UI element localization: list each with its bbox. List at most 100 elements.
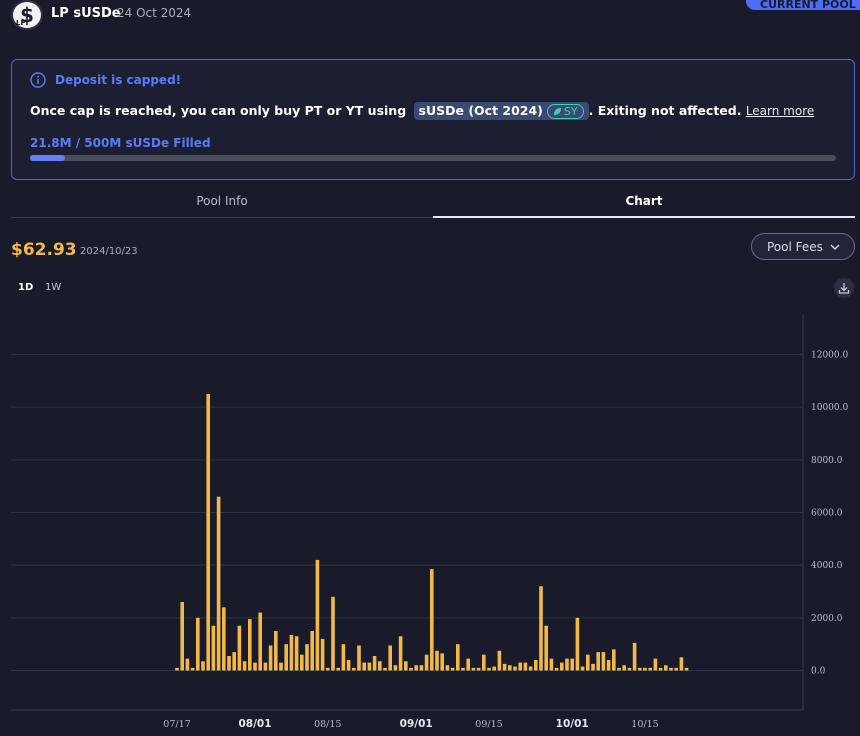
chart-bar: [196, 617, 200, 671]
chart-bar: [185, 658, 190, 671]
chart-bar: [528, 666, 533, 671]
chart-bar: [539, 586, 543, 671]
chart-bar: [679, 657, 684, 671]
chart-bar: [242, 661, 247, 671]
chart-bar: [575, 617, 580, 671]
chart-bar: [674, 667, 678, 671]
chart-bar: [669, 667, 673, 671]
chart-bar: [404, 661, 408, 671]
chart-bar: [445, 665, 450, 671]
token-label: sUSDe (Oct 2024): [418, 103, 543, 118]
chart-bar: [643, 667, 647, 671]
chart-bar: [440, 653, 444, 671]
chart-bar: [206, 394, 210, 671]
chart-bar: [388, 645, 392, 671]
x-tick-label: 10/01: [556, 718, 589, 730]
cap-title: Deposit is capped!: [55, 73, 182, 87]
y-tick-label: 6000.0: [811, 509, 843, 519]
download-icon: [838, 283, 850, 294]
chart-bar: [627, 667, 632, 671]
y-tick-label: 4000.0: [811, 561, 843, 571]
chart-bar: [461, 667, 465, 671]
chart-bar: [279, 662, 283, 671]
active-tab-indicator: [433, 216, 855, 218]
chart-bar: [352, 667, 356, 671]
chart-bar: [180, 602, 184, 671]
token-pill[interactable]: sUSDe (Oct 2024) SY: [413, 102, 589, 120]
chart-bar: [518, 662, 522, 671]
chart-bar: [398, 636, 403, 671]
chart-bar: [648, 667, 652, 671]
chart-bar: [471, 667, 476, 671]
chart-bar: [502, 663, 507, 671]
chart-bar: [346, 659, 351, 671]
chart-bar: [534, 659, 538, 671]
y-tick-label: 12000.0: [811, 351, 848, 361]
chart-bar: [424, 654, 429, 671]
chart-bar: [211, 625, 216, 671]
chart-bar: [414, 665, 418, 671]
chart-bar: [586, 654, 590, 671]
current-pool-badge[interactable]: CURRENT POOL: [746, 0, 860, 10]
download-button[interactable]: [834, 278, 854, 298]
chart-bar: [336, 667, 340, 671]
pool-date: 24 Oct 2024: [117, 6, 192, 20]
cap-message-prefix: Once cap is reached, you can only buy PT…: [30, 103, 407, 118]
chart-bar: [549, 658, 554, 671]
chart-bar: [175, 667, 179, 671]
cap-fill-text: 21.8M / 500M sUSDe Filled: [30, 136, 211, 150]
chart-bar: [430, 569, 434, 671]
chart-bar: [222, 607, 226, 671]
chart-bar: [393, 665, 398, 671]
chart-bar: [612, 649, 616, 671]
chart-bar: [274, 631, 278, 671]
chart-bar: [372, 656, 377, 671]
chart-bar: [294, 636, 299, 671]
y-tick-label: 10000.0: [811, 403, 848, 413]
chart-bar: [664, 665, 668, 671]
chart-bar: [513, 666, 517, 671]
chart-bar: [268, 645, 273, 671]
cap-progress-fill: [30, 155, 66, 161]
chart-bar: [601, 652, 606, 671]
pool-name: LP sUSDe: [51, 6, 121, 21]
pool-fees-chart[interactable]: 0.0 2000.0 4000.0 6000.0 8000.0 10000.0 12000.…: [0, 300, 860, 736]
chart-bar: [565, 658, 569, 671]
chart-bar: [201, 661, 205, 671]
metric-select[interactable]: Pool Fees: [751, 233, 855, 260]
chart-bar: [216, 496, 221, 671]
tab-pool-info[interactable]: Pool Info: [11, 194, 433, 208]
chart-bar: [466, 658, 470, 671]
tab-chart[interactable]: Chart: [433, 194, 855, 208]
learn-more-link[interactable]: Learn more: [746, 104, 814, 118]
chart-bar: [617, 667, 621, 671]
chart-bar: [580, 666, 585, 671]
x-tick-label: 08/15: [314, 719, 341, 730]
chart-bar: [570, 658, 574, 671]
y-tick-label: 8000.0: [811, 456, 843, 466]
chart-bar: [331, 596, 335, 671]
chart-bar: [684, 667, 689, 671]
chart-bar: [341, 644, 346, 671]
chart-bar: [378, 661, 382, 671]
chevron-down-icon: [830, 244, 840, 250]
x-tick-label: 09/01: [400, 718, 433, 730]
chart-bar: [315, 559, 320, 671]
chart-bar: [232, 652, 236, 671]
chart-bar: [476, 667, 481, 671]
chart-bar: [435, 650, 439, 671]
current-value: $62.93: [11, 240, 77, 260]
cap-message: Once cap is reached, you can only buy PT…: [30, 102, 814, 120]
current-value-date: 2024/10/23: [80, 246, 138, 257]
chart-bar: [326, 667, 330, 671]
chart-bar: [456, 644, 460, 671]
chart-bar: [560, 662, 564, 671]
timeframe-1d[interactable]: 1D: [18, 282, 33, 293]
sy-badge: SY: [546, 104, 584, 119]
chart-bar: [492, 666, 496, 671]
x-tick-label: 10/15: [631, 719, 658, 730]
timeframe-1w[interactable]: 1W: [45, 282, 61, 293]
chart-bar: [258, 612, 262, 671]
y-tick-label: 2000.0: [811, 614, 843, 624]
chart-bar: [284, 644, 288, 671]
